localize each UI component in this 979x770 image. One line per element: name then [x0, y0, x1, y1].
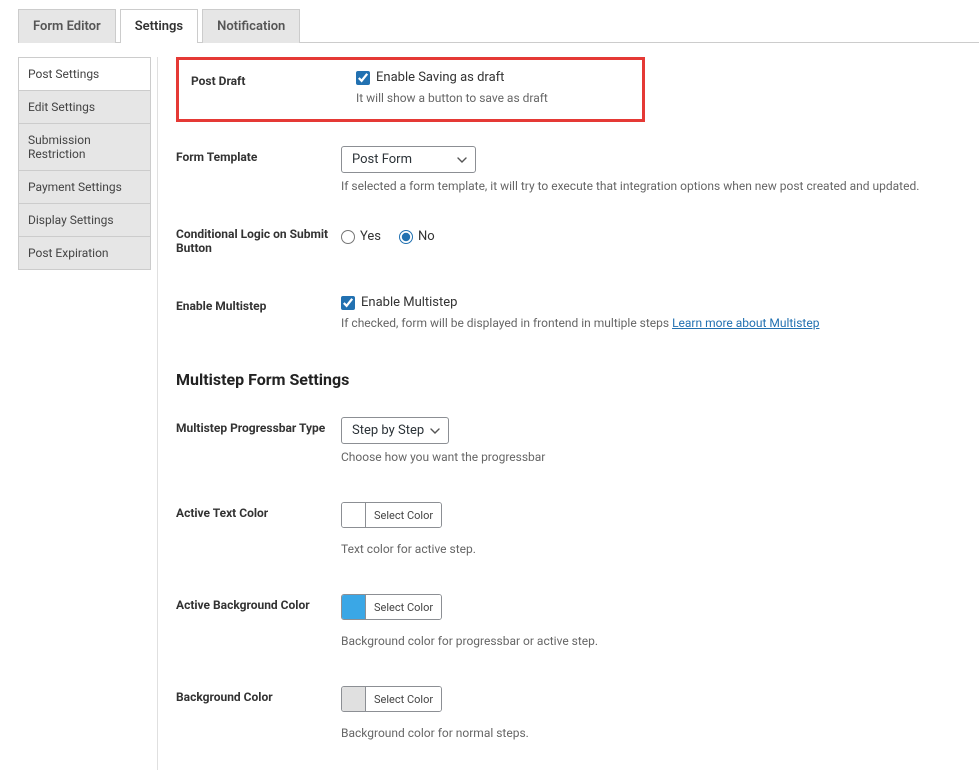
sidebar-item-post-expiration[interactable]: Post Expiration [18, 237, 151, 270]
active-bg-color-btn-label: Select Color [366, 595, 441, 619]
enable-saving-draft-label: Enable Saving as draft [376, 70, 504, 85]
post-draft-label: Post Draft [191, 70, 356, 88]
form-template-select[interactable]: Post Form [341, 146, 476, 173]
active-bg-color-help: Background color for progressbar or acti… [341, 634, 961, 648]
active-bg-color-swatch [342, 595, 366, 619]
enable-multistep-help: If checked, form will be displayed in fr… [341, 316, 961, 330]
settings-content: Post Draft Enable Saving as draft It wil… [157, 57, 961, 770]
chevron-down-icon [430, 428, 440, 434]
progressbar-type-value: Step by Step [352, 423, 424, 438]
active-text-color-label: Active Text Color [176, 502, 341, 520]
conditional-no-label: No [418, 229, 435, 244]
post-draft-help: It will show a button to save as draft [356, 91, 630, 105]
form-template-help: If selected a form template, it will try… [341, 179, 961, 193]
bg-color-help: Background color for normal steps. [341, 726, 961, 740]
bg-color-label: Background Color [176, 686, 341, 704]
progressbar-type-select[interactable]: Step by Step [341, 417, 449, 444]
sidebar-item-display-settings[interactable]: Display Settings [18, 204, 151, 237]
bg-color-picker[interactable]: Select Color [341, 686, 442, 712]
post-draft-highlight: Post Draft Enable Saving as draft It wil… [176, 57, 645, 122]
conditional-yes-radio[interactable] [341, 230, 355, 244]
progressbar-type-label: Multistep Progressbar Type [176, 417, 341, 435]
form-template-value: Post Form [352, 152, 412, 167]
form-template-label: Form Template [176, 146, 341, 164]
chevron-down-icon [457, 157, 467, 163]
enable-saving-draft-checkbox[interactable] [356, 71, 370, 85]
active-text-color-btn-label: Select Color [366, 503, 441, 527]
learn-more-multistep-link[interactable]: Learn more about Multistep [672, 316, 819, 330]
active-bg-color-label: Active Background Color [176, 594, 341, 612]
enable-multistep-checkbox[interactable] [341, 296, 355, 310]
active-text-color-swatch [342, 503, 366, 527]
active-bg-color-picker[interactable]: Select Color [341, 594, 442, 620]
tab-notification[interactable]: Notification [202, 9, 300, 43]
conditional-no-radio[interactable] [399, 230, 413, 244]
sidebar-item-edit-settings[interactable]: Edit Settings [18, 91, 151, 124]
tab-settings[interactable]: Settings [120, 9, 198, 43]
conditional-logic-radio-group: Yes No [341, 229, 961, 244]
conditional-logic-label: Conditional Logic on Submit Button [176, 227, 341, 255]
tab-form-editor[interactable]: Form Editor [18, 9, 116, 43]
conditional-yes-label: Yes [360, 229, 381, 244]
enable-multistep-label: Enable Multistep [176, 295, 341, 313]
sidebar-item-post-settings[interactable]: Post Settings [18, 57, 151, 91]
active-text-color-picker[interactable]: Select Color [341, 502, 442, 528]
progressbar-type-help: Choose how you want the progressbar [341, 450, 961, 464]
sidebar-item-submission-restriction[interactable]: Submission Restriction [18, 124, 151, 171]
settings-sidebar: Post Settings Edit Settings Submission R… [18, 57, 151, 770]
enable-multistep-help-text: If checked, form will be displayed in fr… [341, 316, 672, 330]
active-text-color-help: Text color for active step. [341, 542, 961, 556]
bg-color-swatch [342, 687, 366, 711]
sidebar-item-payment-settings[interactable]: Payment Settings [18, 171, 151, 204]
enable-multistep-chk-label: Enable Multistep [361, 295, 457, 310]
bg-color-btn-label: Select Color [366, 687, 441, 711]
multistep-form-settings-heading: Multistep Form Settings [176, 370, 961, 389]
top-tabs: Form Editor Settings Notification [18, 8, 979, 43]
